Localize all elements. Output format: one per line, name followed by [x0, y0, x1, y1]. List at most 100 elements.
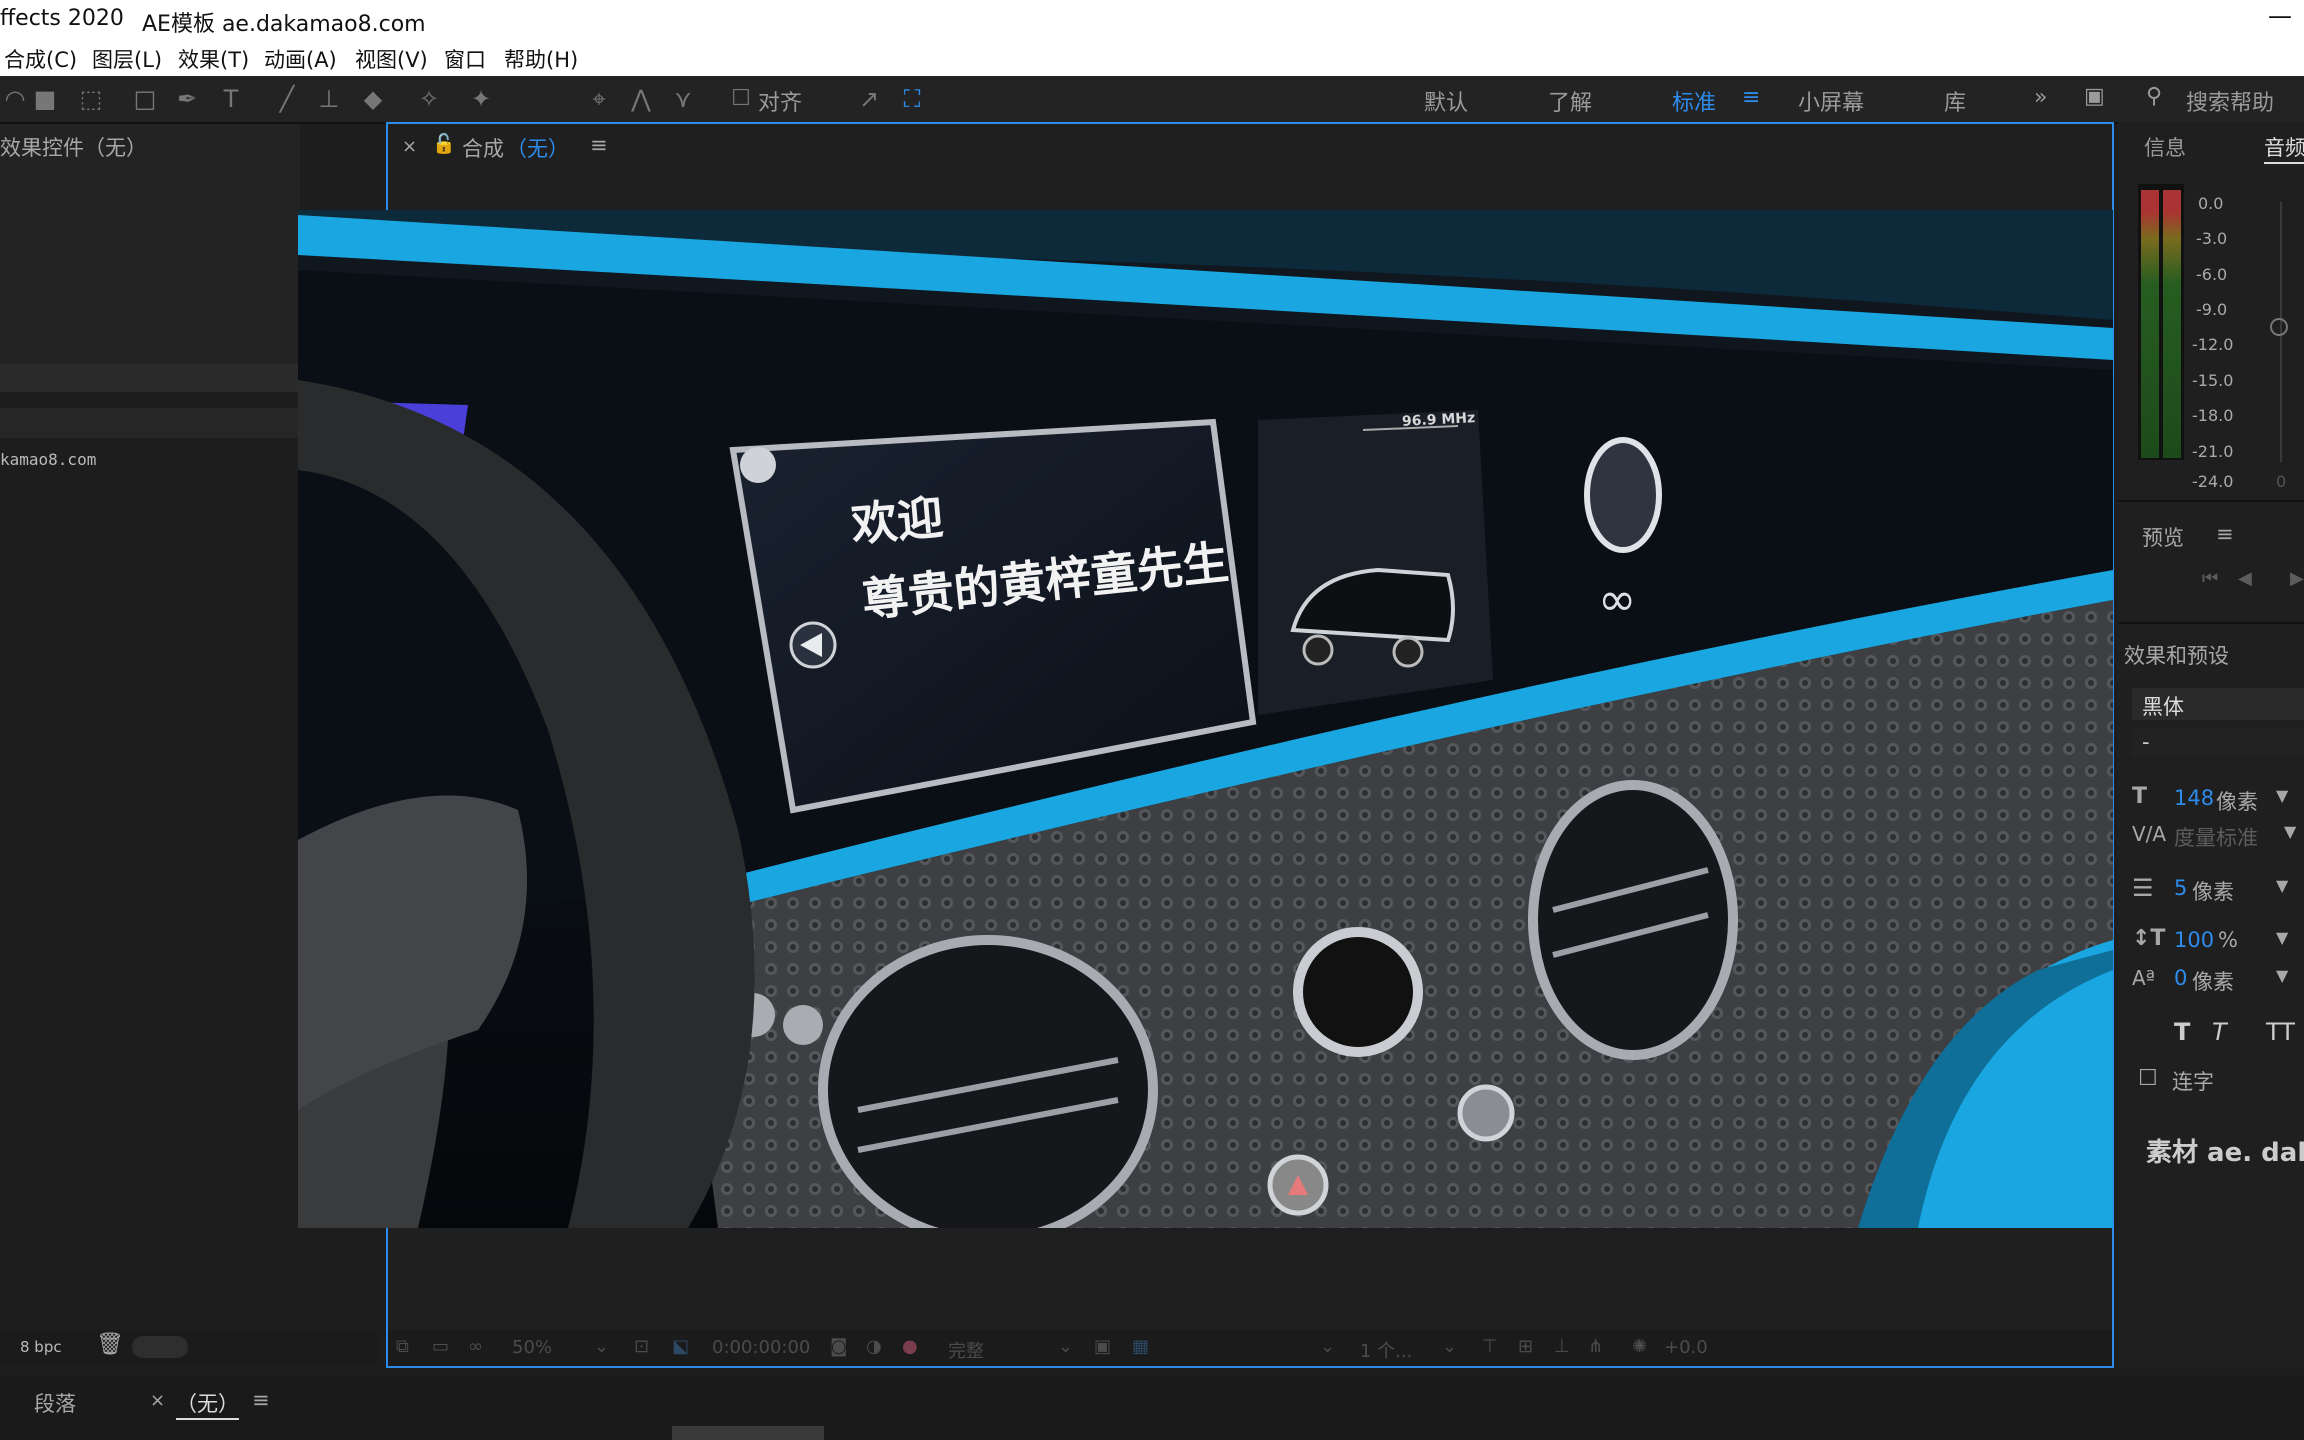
views-chevron-icon[interactable]: ⌄	[1442, 1336, 1457, 1357]
clone-stamp-tool-icon[interactable]: ⊥	[314, 84, 344, 114]
lock-icon[interactable]: 🔓	[432, 132, 456, 155]
pen-tool-icon[interactable]: ✒	[172, 84, 202, 114]
timeline-icon[interactable]: ⊥	[1554, 1336, 1570, 1357]
workspace-panel-icon[interactable]: ▣	[2084, 84, 2105, 109]
menu-help[interactable]: 帮助(H)	[504, 44, 578, 74]
kerning-value[interactable]: 度量标准	[2174, 822, 2258, 852]
vr-icon[interactable]: ∞	[468, 1336, 483, 1357]
menu-effects[interactable]: 效果(T)	[178, 44, 249, 74]
zoom-chevron-icon[interactable]: ⌄	[594, 1336, 609, 1357]
rectangle-tool-icon[interactable]: □	[130, 84, 160, 114]
exposure-value[interactable]: +0.0	[1664, 1337, 1708, 1358]
leading-chevron-icon[interactable]: ▼	[2276, 876, 2288, 895]
faux-italic-icon[interactable]: T	[2212, 1018, 2227, 1046]
close-tab-icon[interactable]: ×	[402, 136, 417, 157]
camera-chevron-icon[interactable]: ⌄	[1320, 1336, 1335, 1357]
transparency-grid-icon[interactable]: ▦	[1132, 1336, 1149, 1357]
project-item[interactable]: kamao8.com	[0, 450, 96, 469]
minimize-icon[interactable]: —	[2268, 2, 2292, 30]
first-frame-icon[interactable]: ⏮	[2202, 568, 2218, 589]
vertical-scale-chevron-icon[interactable]: ▼	[2276, 928, 2288, 947]
views-select[interactable]: 1 个...	[1360, 1337, 1412, 1363]
rotate-tool-icon[interactable]: ◠	[0, 84, 30, 114]
baseline-chevron-icon[interactable]: ▼	[2276, 966, 2288, 985]
baseline-shift-unit: 像素	[2192, 970, 2234, 994]
svg-text:∞: ∞	[1598, 572, 1636, 626]
monitor-icon[interactable]: ▭	[432, 1336, 449, 1357]
workspace-library[interactable]: 库	[1944, 85, 1966, 117]
trash-icon[interactable]: 🗑	[96, 1332, 124, 1357]
snapshot-icon[interactable]: ◙	[830, 1336, 847, 1357]
zoom-select[interactable]: 50%	[512, 1337, 552, 1358]
always-preview-icon[interactable]: ⧉	[396, 1336, 409, 1357]
font-style-select[interactable]: -	[2132, 728, 2304, 756]
show-snapshot-icon[interactable]: ◑	[866, 1336, 882, 1357]
menu-layer[interactable]: 图层(L)	[92, 44, 162, 74]
audio-slider-knob[interactable]	[2270, 318, 2288, 336]
bottom-tab-menu-icon[interactable]: ≡	[252, 1388, 270, 1412]
font-family-select[interactable]: 黑体	[2132, 688, 2304, 720]
snap-target-icon[interactable]: ⛶	[897, 84, 927, 114]
view-axis-icon[interactable]: ⋎	[668, 84, 698, 114]
composition-tab-none[interactable]: （无）	[506, 133, 569, 163]
local-axis-icon[interactable]: ⌖	[584, 84, 614, 114]
close-bottom-tab-icon[interactable]: ×	[150, 1390, 165, 1411]
type-tool-icon[interactable]: T	[216, 84, 246, 114]
workspace-small-screen[interactable]: 小屏幕	[1798, 85, 1864, 117]
exposure-icon[interactable]: ✺	[1632, 1336, 1647, 1357]
tab-none[interactable]: （无）	[176, 1388, 239, 1420]
tab-paragraph[interactable]: 段落	[34, 1388, 76, 1418]
prev-frame-icon[interactable]: ◀	[2238, 568, 2252, 589]
menu-animation[interactable]: 动画(A)	[264, 44, 337, 74]
font-size-unit: 像素	[2216, 790, 2258, 814]
faux-bold-icon[interactable]: T	[2174, 1018, 2190, 1046]
workspace-learn[interactable]: 了解	[1548, 85, 1592, 117]
pan-behind-tool-icon[interactable]: ⬚	[76, 84, 106, 114]
fit-icon[interactable]: ⊡	[634, 1336, 649, 1357]
toggle-pixel-icon[interactable]: ⊤	[1482, 1336, 1498, 1357]
font-size-chevron-icon[interactable]: ▼	[2276, 786, 2288, 805]
bpc-label[interactable]: 8 bpc	[20, 1338, 62, 1356]
search-help-input[interactable]: 搜索帮助	[2186, 85, 2274, 117]
play-icon[interactable]: ▶	[2290, 568, 2304, 589]
world-axis-icon[interactable]: ⋀	[626, 84, 656, 114]
region-icon[interactable]: ▣	[1094, 1336, 1111, 1357]
safe-zones-icon[interactable]: ⬕	[672, 1336, 689, 1357]
kerning-chevron-icon[interactable]: ▼	[2284, 822, 2296, 841]
channel-icon[interactable]: ●	[902, 1336, 918, 1357]
roto-brush-tool-icon[interactable]: ✧	[414, 84, 444, 114]
camera-tool-icon[interactable]: ■	[30, 84, 60, 114]
composition-viewer[interactable]: ∞ 欢迎 尊贵的黄梓童先生 96.9 MHz	[298, 210, 2113, 1228]
workspace-menu-icon[interactable]: ≡	[1742, 85, 1760, 110]
align-checkbox[interactable]: ☐	[726, 84, 756, 114]
flowchart-icon[interactable]: ⋔	[1588, 1336, 1603, 1357]
tab-audio[interactable]: 音频	[2264, 132, 2304, 164]
ligature-checkbox[interactable]: ☐	[2138, 1066, 2158, 1091]
leading-value[interactable]: 5	[2174, 876, 2187, 900]
puppet-tool-icon[interactable]: ✦	[466, 84, 496, 114]
vertical-scale-value[interactable]: 100	[2174, 928, 2214, 952]
brush-tool-icon[interactable]: ╱	[272, 84, 302, 114]
all-caps-icon[interactable]: TT	[2266, 1018, 2295, 1046]
workspace-standard[interactable]: 标准	[1672, 85, 1716, 117]
eraser-tool-icon[interactable]: ◆	[358, 84, 388, 114]
resolution-chevron-icon[interactable]: ⌄	[1058, 1336, 1073, 1357]
resolution-select[interactable]: 完整	[948, 1337, 984, 1363]
menu-compose[interactable]: 合成(C)	[4, 44, 77, 74]
project-slider[interactable]	[132, 1336, 188, 1358]
fast-preview-icon[interactable]: ⊞	[1518, 1336, 1533, 1357]
menu-view[interactable]: 视图(V)	[355, 44, 428, 74]
timecode[interactable]: 0:00:00:00	[712, 1337, 810, 1358]
composition-tab[interactable]: 合成	[462, 133, 504, 163]
baseline-shift-value[interactable]: 0	[2174, 966, 2187, 990]
preview-menu-icon[interactable]: ≡	[2216, 522, 2234, 546]
menu-window[interactable]: 窗口	[444, 44, 486, 74]
preview-title: 预览	[2142, 526, 2184, 550]
workspace-default[interactable]: 默认	[1424, 85, 1468, 117]
horizontal-scrollbar[interactable]	[672, 1426, 824, 1440]
font-size-value[interactable]: 148	[2174, 786, 2214, 810]
comp-menu-icon[interactable]: ≡	[590, 133, 608, 157]
snapping-icon[interactable]: ↗	[854, 84, 884, 114]
tab-info[interactable]: 信息	[2144, 132, 2186, 162]
more-workspaces-icon[interactable]: »	[2034, 85, 2047, 110]
